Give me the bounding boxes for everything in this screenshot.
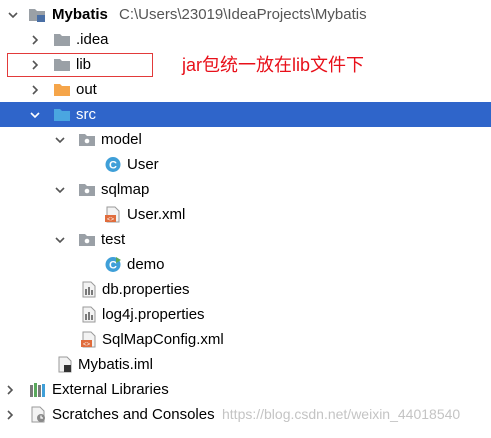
tree-item-label: db.properties: [102, 281, 190, 298]
tree-row-sqlmap[interactable]: sqlmap: [0, 177, 491, 202]
tree-item-label: sqlmap: [101, 181, 150, 198]
tree-row-model[interactable]: model: [0, 127, 491, 152]
tree-item-label: demo: [127, 256, 165, 273]
xml-file-icon: <>: [80, 331, 98, 348]
project-name: Mybatis: [52, 6, 108, 23]
tree-item-label: out: [76, 81, 97, 98]
tree-row-sqlmapconfig[interactable]: <> SqlMapConfig.xml: [0, 327, 491, 352]
chevron-down-icon[interactable]: [5, 2, 21, 27]
tree-row-user-xml[interactable]: <> User.xml: [0, 202, 491, 227]
svg-text:C: C: [109, 260, 117, 272]
tree-item-label: test: [101, 231, 126, 248]
tree-row-demo[interactable]: C demo: [0, 252, 491, 277]
tree-row-out[interactable]: out: [0, 77, 491, 102]
tree-item-label: src: [76, 106, 96, 123]
properties-file-icon: [80, 306, 98, 323]
tree-row-project-root[interactable]: Mybatis C:\Users\23019\IdeaProjects\Myba…: [0, 2, 491, 27]
tree-item-label: Mybatis.iml: [78, 356, 154, 373]
package-icon: [78, 181, 96, 198]
tree-item-label: .idea: [76, 31, 109, 48]
chevron-down-icon[interactable]: [27, 102, 43, 127]
tree-row-user-class[interactable]: C User: [0, 152, 491, 177]
source-folder-icon: [53, 106, 71, 123]
tree-row-idea[interactable]: .idea: [0, 27, 491, 52]
tree-item-label: Scratches and Consoles: [52, 406, 215, 423]
tree-item-label: User.xml: [127, 206, 186, 223]
package-icon: [78, 131, 96, 148]
tree-item-label: External Libraries: [52, 381, 169, 398]
svg-text:<>: <>: [107, 217, 115, 223]
class-icon: C: [104, 156, 122, 173]
chevron-down-icon[interactable]: [52, 177, 68, 202]
chevron-down-icon[interactable]: [52, 227, 68, 252]
folder-icon: [53, 31, 71, 48]
annotation-highlight-box: [7, 53, 153, 77]
project-path: C:\Users\23019\IdeaProjects\Mybatis: [119, 6, 367, 23]
project-folder-icon: [28, 6, 46, 23]
runnable-class-icon: C: [104, 256, 122, 273]
chevron-right-icon[interactable]: [27, 27, 43, 52]
tree-row-iml[interactable]: Mybatis.iml: [0, 352, 491, 377]
xml-file-icon: <>: [104, 206, 122, 223]
watermark: https://blog.csdn.net/weixin_44018540: [222, 406, 461, 422]
tree-row-test[interactable]: test: [0, 227, 491, 252]
tree-row-db-properties[interactable]: db.properties: [0, 277, 491, 302]
module-file-icon: [56, 356, 74, 373]
tree-row-log4j-properties[interactable]: log4j.properties: [0, 302, 491, 327]
library-icon: [29, 381, 47, 398]
tree-item-label: SqlMapConfig.xml: [102, 331, 224, 348]
svg-text:<>: <>: [83, 342, 91, 348]
tree-item-label: User: [127, 156, 159, 173]
svg-text:C: C: [109, 160, 117, 172]
tree-row-external-libraries[interactable]: External Libraries: [0, 377, 491, 402]
scratches-icon: [29, 406, 47, 423]
chevron-right-icon[interactable]: [2, 402, 18, 427]
tree-item-label: model: [101, 131, 142, 148]
tree-item-label: log4j.properties: [102, 306, 205, 323]
chevron-right-icon[interactable]: [27, 77, 43, 102]
chevron-down-icon[interactable]: [52, 127, 68, 152]
excluded-folder-icon: [53, 81, 71, 98]
annotation-text: jar包统一放在lib文件下: [182, 55, 365, 75]
package-icon: [78, 231, 96, 248]
chevron-right-icon[interactable]: [2, 377, 18, 402]
properties-file-icon: [80, 281, 98, 298]
tree-row-src[interactable]: src: [0, 102, 491, 127]
